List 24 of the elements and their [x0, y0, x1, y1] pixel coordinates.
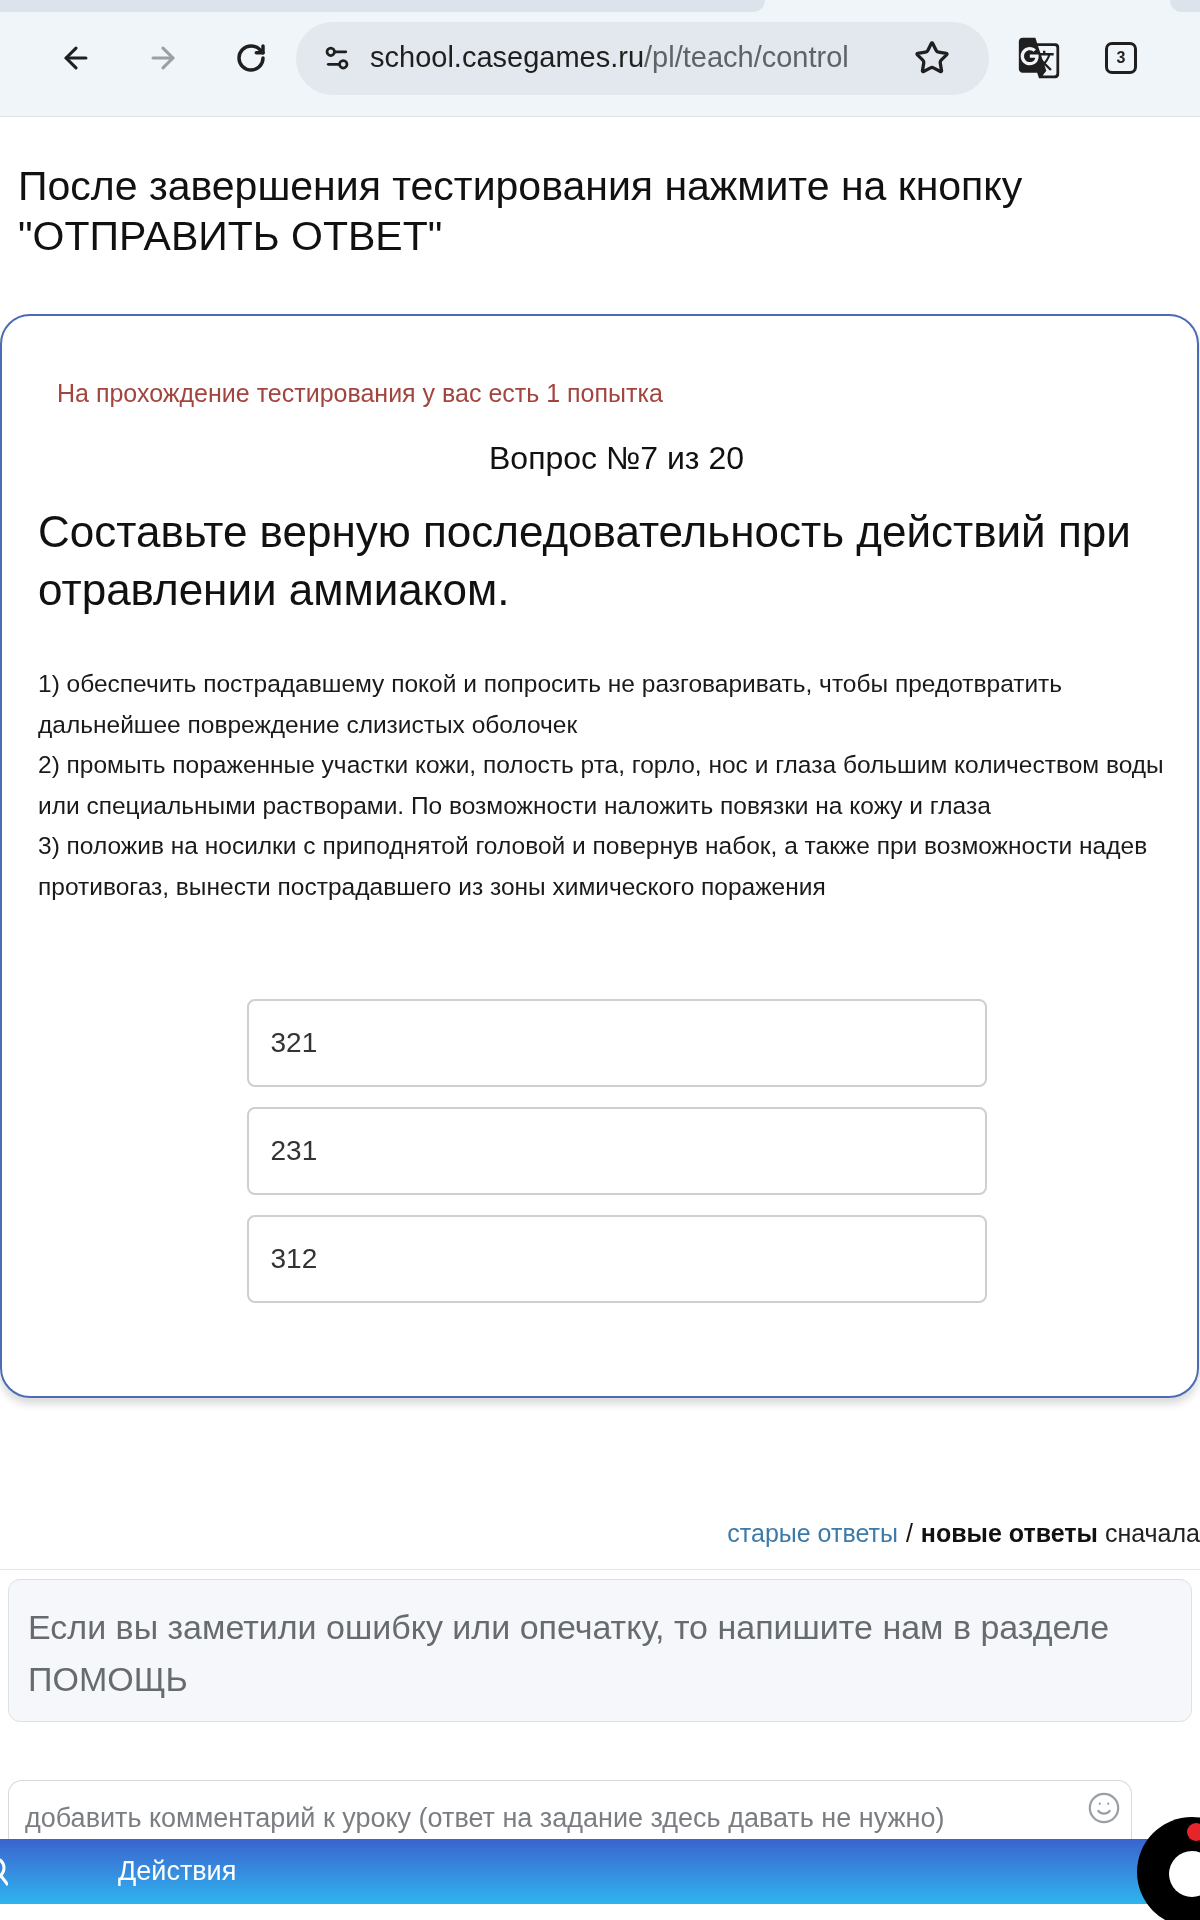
address-bar[interactable]: school.casegames.ru/pl/teach/control	[296, 21, 989, 95]
answer-option[interactable]: 321	[246, 999, 987, 1087]
question-title: Составьте верную последовательность действий при отравлении аммиаком.	[38, 506, 1132, 616]
step-text: 1) обеспечить пострадавшему покой и попросить не разговаривать, чтобы предотвратить дальнейшее повреждение слизистых оболочек	[38, 669, 1064, 740]
error-notice: Если вы заметили ошибку или опечатку, то напишите нам в разделе ПОМОЩЬ	[8, 1579, 1192, 1722]
url-text[interactable]: school.casegames.ru/pl/teach/control	[370, 36, 890, 80]
attempts-notice: На прохождение тестирования у вас есть 1 попытка	[57, 378, 664, 409]
question-number: Вопрос №7 из 20	[488, 439, 745, 478]
sort-option[interactable]: старые ответы	[727, 1516, 898, 1550]
instruction-heading: После завершения тестирования нажмите на кнопку "ОТПРАВИТЬ ОТВЕТ"	[18, 162, 1024, 261]
emoji-icon[interactable]	[1087, 1791, 1121, 1825]
separator-text: /	[905, 1518, 913, 1549]
bookmark-star-icon[interactable]	[914, 40, 950, 76]
sort-option[interactable]: новые ответы	[920, 1516, 1098, 1550]
translate-icon[interactable]	[1017, 36, 1061, 80]
reload-icon[interactable]	[235, 42, 267, 74]
step-text: 2) промыть пораженные участки кожи, полость рта, горло, нос и глаза большим количеством воды или специальными растворами. По возможности наложить повязки на кожу и глаза	[38, 750, 1165, 821]
chat-icon[interactable]	[1136, 1816, 1200, 1920]
comment-field[interactable]: добавить комментарий к уроку (ответ на задание здесь давать не нужно)	[8, 1780, 1132, 1839]
sort-suffix-text: сначала	[1104, 1518, 1200, 1549]
tab-count-button[interactable]: 3	[1105, 42, 1137, 74]
step-text: 3) положив на носилки с приподнятой головой и повернув набок, а также при возможности надев противогаз, вынести пострадавшего из зоны химического поражения	[38, 831, 1149, 902]
answer-option[interactable]: 312	[246, 1215, 987, 1303]
answer-option[interactable]: 231	[246, 1107, 987, 1195]
